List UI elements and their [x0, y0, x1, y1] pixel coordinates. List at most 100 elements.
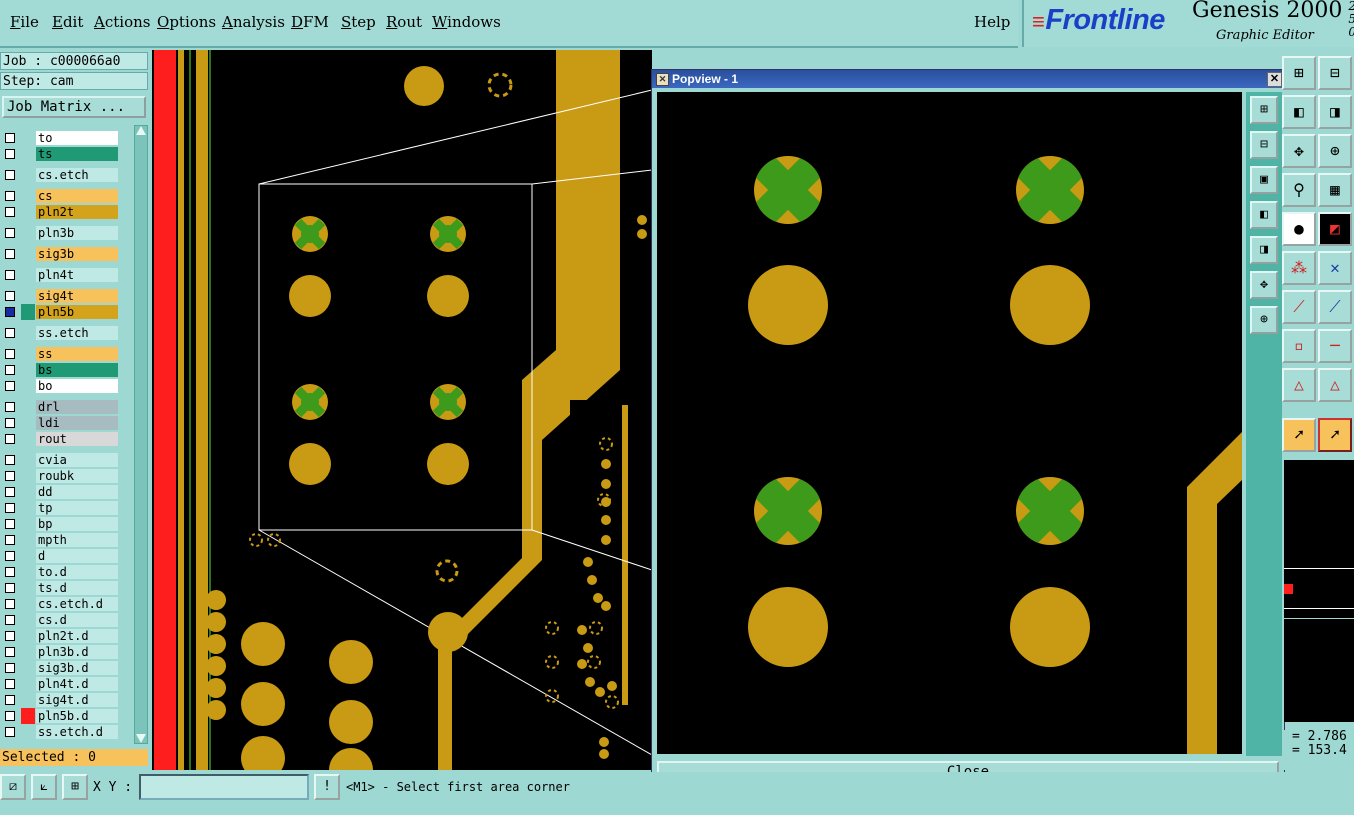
layer-row[interactable]: pln2t — [2, 204, 118, 220]
layer-name[interactable]: pln5b — [36, 305, 118, 319]
grid-tool-icon[interactable]: ▦ — [1318, 173, 1352, 207]
layer-checkbox[interactable] — [5, 133, 15, 143]
pan-tool-icon[interactable]: ◧ — [1282, 95, 1316, 129]
grid-snap-icon[interactable]: ⊞ — [62, 774, 88, 800]
layer-state-swatch[interactable] — [21, 628, 35, 644]
layer-state-swatch[interactable] — [21, 267, 35, 283]
popview-drawing[interactable] — [657, 92, 1242, 754]
layer-name[interactable]: d — [36, 549, 118, 563]
layer-name[interactable]: cs — [36, 189, 118, 203]
layer-name[interactable]: sig4t.d — [36, 693, 118, 707]
layer-row[interactable]: ts — [2, 146, 118, 162]
layer-state-swatch[interactable] — [21, 288, 35, 304]
zoom-area-icon[interactable]: ▣ — [1250, 166, 1278, 194]
layer-row[interactable]: drl — [2, 399, 118, 415]
layer-state-swatch[interactable] — [21, 612, 35, 628]
layer-row[interactable]: cs.etch — [2, 167, 118, 183]
layer-row[interactable]: sig4t.d — [2, 692, 118, 708]
layer-name[interactable]: cs.etch — [36, 168, 118, 182]
split-tool-icon[interactable]: ─ — [1318, 329, 1352, 363]
layer-row[interactable]: bs — [2, 362, 118, 378]
layer-name[interactable]: pln3b — [36, 226, 118, 240]
layer-name[interactable]: sig3b — [36, 247, 118, 261]
cross-tool-icon[interactable]: ✕ — [1318, 251, 1352, 285]
layer-row[interactable]: ss — [2, 346, 118, 362]
pan-right-tool-icon[interactable]: ◨ — [1318, 95, 1352, 129]
measure-tool-icon[interactable]: ⚲ — [1282, 173, 1316, 207]
layer-row[interactable]: ss.etch.d — [2, 724, 118, 740]
triangle-tool-icon[interactable]: △ — [1282, 368, 1316, 402]
layer-row[interactable]: sig3b — [2, 246, 118, 262]
layer-row[interactable]: d — [2, 548, 118, 564]
layer-name[interactable]: ss — [36, 347, 118, 361]
menu-analysis[interactable]: Analysis — [222, 13, 285, 31]
layer-row[interactable]: cs.d — [2, 612, 118, 628]
layer-state-swatch[interactable] — [21, 644, 35, 660]
layer-checkbox[interactable] — [5, 647, 15, 657]
layer-name[interactable]: bp — [36, 517, 118, 531]
layer-state-swatch[interactable] — [21, 246, 35, 262]
layer-checkbox[interactable] — [5, 191, 15, 201]
layer-checkbox[interactable] — [5, 228, 15, 238]
layer-checkbox[interactable] — [5, 434, 15, 444]
menu-help[interactable]: Help — [974, 13, 1010, 31]
layer-checkbox[interactable] — [5, 519, 15, 529]
layer-name[interactable]: sig4t — [36, 289, 118, 303]
layer-checkbox[interactable] — [5, 535, 15, 545]
layer-row[interactable]: ss.etch — [2, 325, 118, 341]
layer-row[interactable]: pln4t — [2, 267, 118, 283]
layer-state-swatch[interactable] — [21, 304, 35, 320]
layer-row[interactable]: pln3b — [2, 225, 118, 241]
layer-state-swatch[interactable] — [21, 516, 35, 532]
layer-checkbox[interactable] — [5, 328, 15, 338]
layer-row[interactable]: ✎bo — [2, 378, 118, 394]
job-matrix-button[interactable]: Job Matrix ... — [2, 96, 146, 118]
layer-checkbox[interactable] — [5, 170, 15, 180]
layer-checkbox[interactable] — [5, 583, 15, 593]
layer-name[interactable]: cs.d — [36, 613, 118, 627]
layer-checkbox[interactable] — [5, 365, 15, 375]
layer-row[interactable]: ldi — [2, 415, 118, 431]
menu-options[interactable]: Options — [157, 13, 216, 31]
layer-checkbox[interactable] — [5, 663, 15, 673]
line-tool-icon[interactable]: ⟋ — [1282, 290, 1316, 324]
layer-row[interactable]: ✎to — [2, 130, 118, 146]
layer-row[interactable]: pln2t.d — [2, 628, 118, 644]
layer-checkbox[interactable] — [5, 711, 15, 721]
layer-checkbox[interactable] — [5, 727, 15, 737]
layer-checkbox[interactable] — [5, 615, 15, 625]
layer-state-swatch[interactable] — [21, 484, 35, 500]
layer-state-swatch[interactable] — [21, 532, 35, 548]
layer-state-swatch[interactable] — [21, 362, 35, 378]
pad-tool-icon[interactable]: ▫ — [1282, 329, 1316, 363]
layer-state-swatch[interactable] — [21, 660, 35, 676]
layer-row[interactable]: pln5b.d — [2, 708, 118, 724]
select-active-tool-icon[interactable]: ➚ — [1318, 418, 1352, 452]
layer-name[interactable]: rout — [36, 432, 118, 446]
pcb-drawing[interactable] — [152, 50, 652, 770]
layer-checkbox[interactable] — [5, 381, 15, 391]
layer-name[interactable]: ss.etch — [36, 326, 118, 340]
layer-row[interactable]: pln3b.d — [2, 644, 118, 660]
layer-name[interactable]: pln3b.d — [36, 645, 118, 659]
menu-edit[interactable]: Edit — [52, 13, 83, 31]
layer-name[interactable]: pln4t.d — [36, 677, 118, 691]
route-tool-icon[interactable]: ◩ — [1318, 212, 1352, 246]
layer-state-swatch[interactable] — [21, 378, 35, 394]
layer-name[interactable]: to — [36, 131, 118, 145]
layer-checkbox[interactable] — [5, 567, 15, 577]
layer-row[interactable]: cs — [2, 188, 118, 204]
layer-name[interactable]: mpth — [36, 533, 118, 547]
menu-step[interactable]: Step — [341, 13, 376, 31]
layer-name[interactable]: tp — [36, 501, 118, 515]
layer-state-swatch[interactable] — [21, 130, 35, 146]
layer-checkbox[interactable] — [5, 679, 15, 689]
layer-name[interactable]: drl — [36, 400, 118, 414]
menu-file[interactable]: File — [10, 13, 39, 31]
popview-titlebar[interactable]: ✕ Popview - 1 ✕ — [652, 70, 1284, 88]
layer-checkbox[interactable] — [5, 249, 15, 259]
layer-row[interactable]: ✎dd — [2, 484, 118, 500]
layer-row[interactable]: ts.d — [2, 580, 118, 596]
layer-checkbox[interactable] — [5, 418, 15, 428]
layer-name[interactable]: bo — [36, 379, 118, 393]
